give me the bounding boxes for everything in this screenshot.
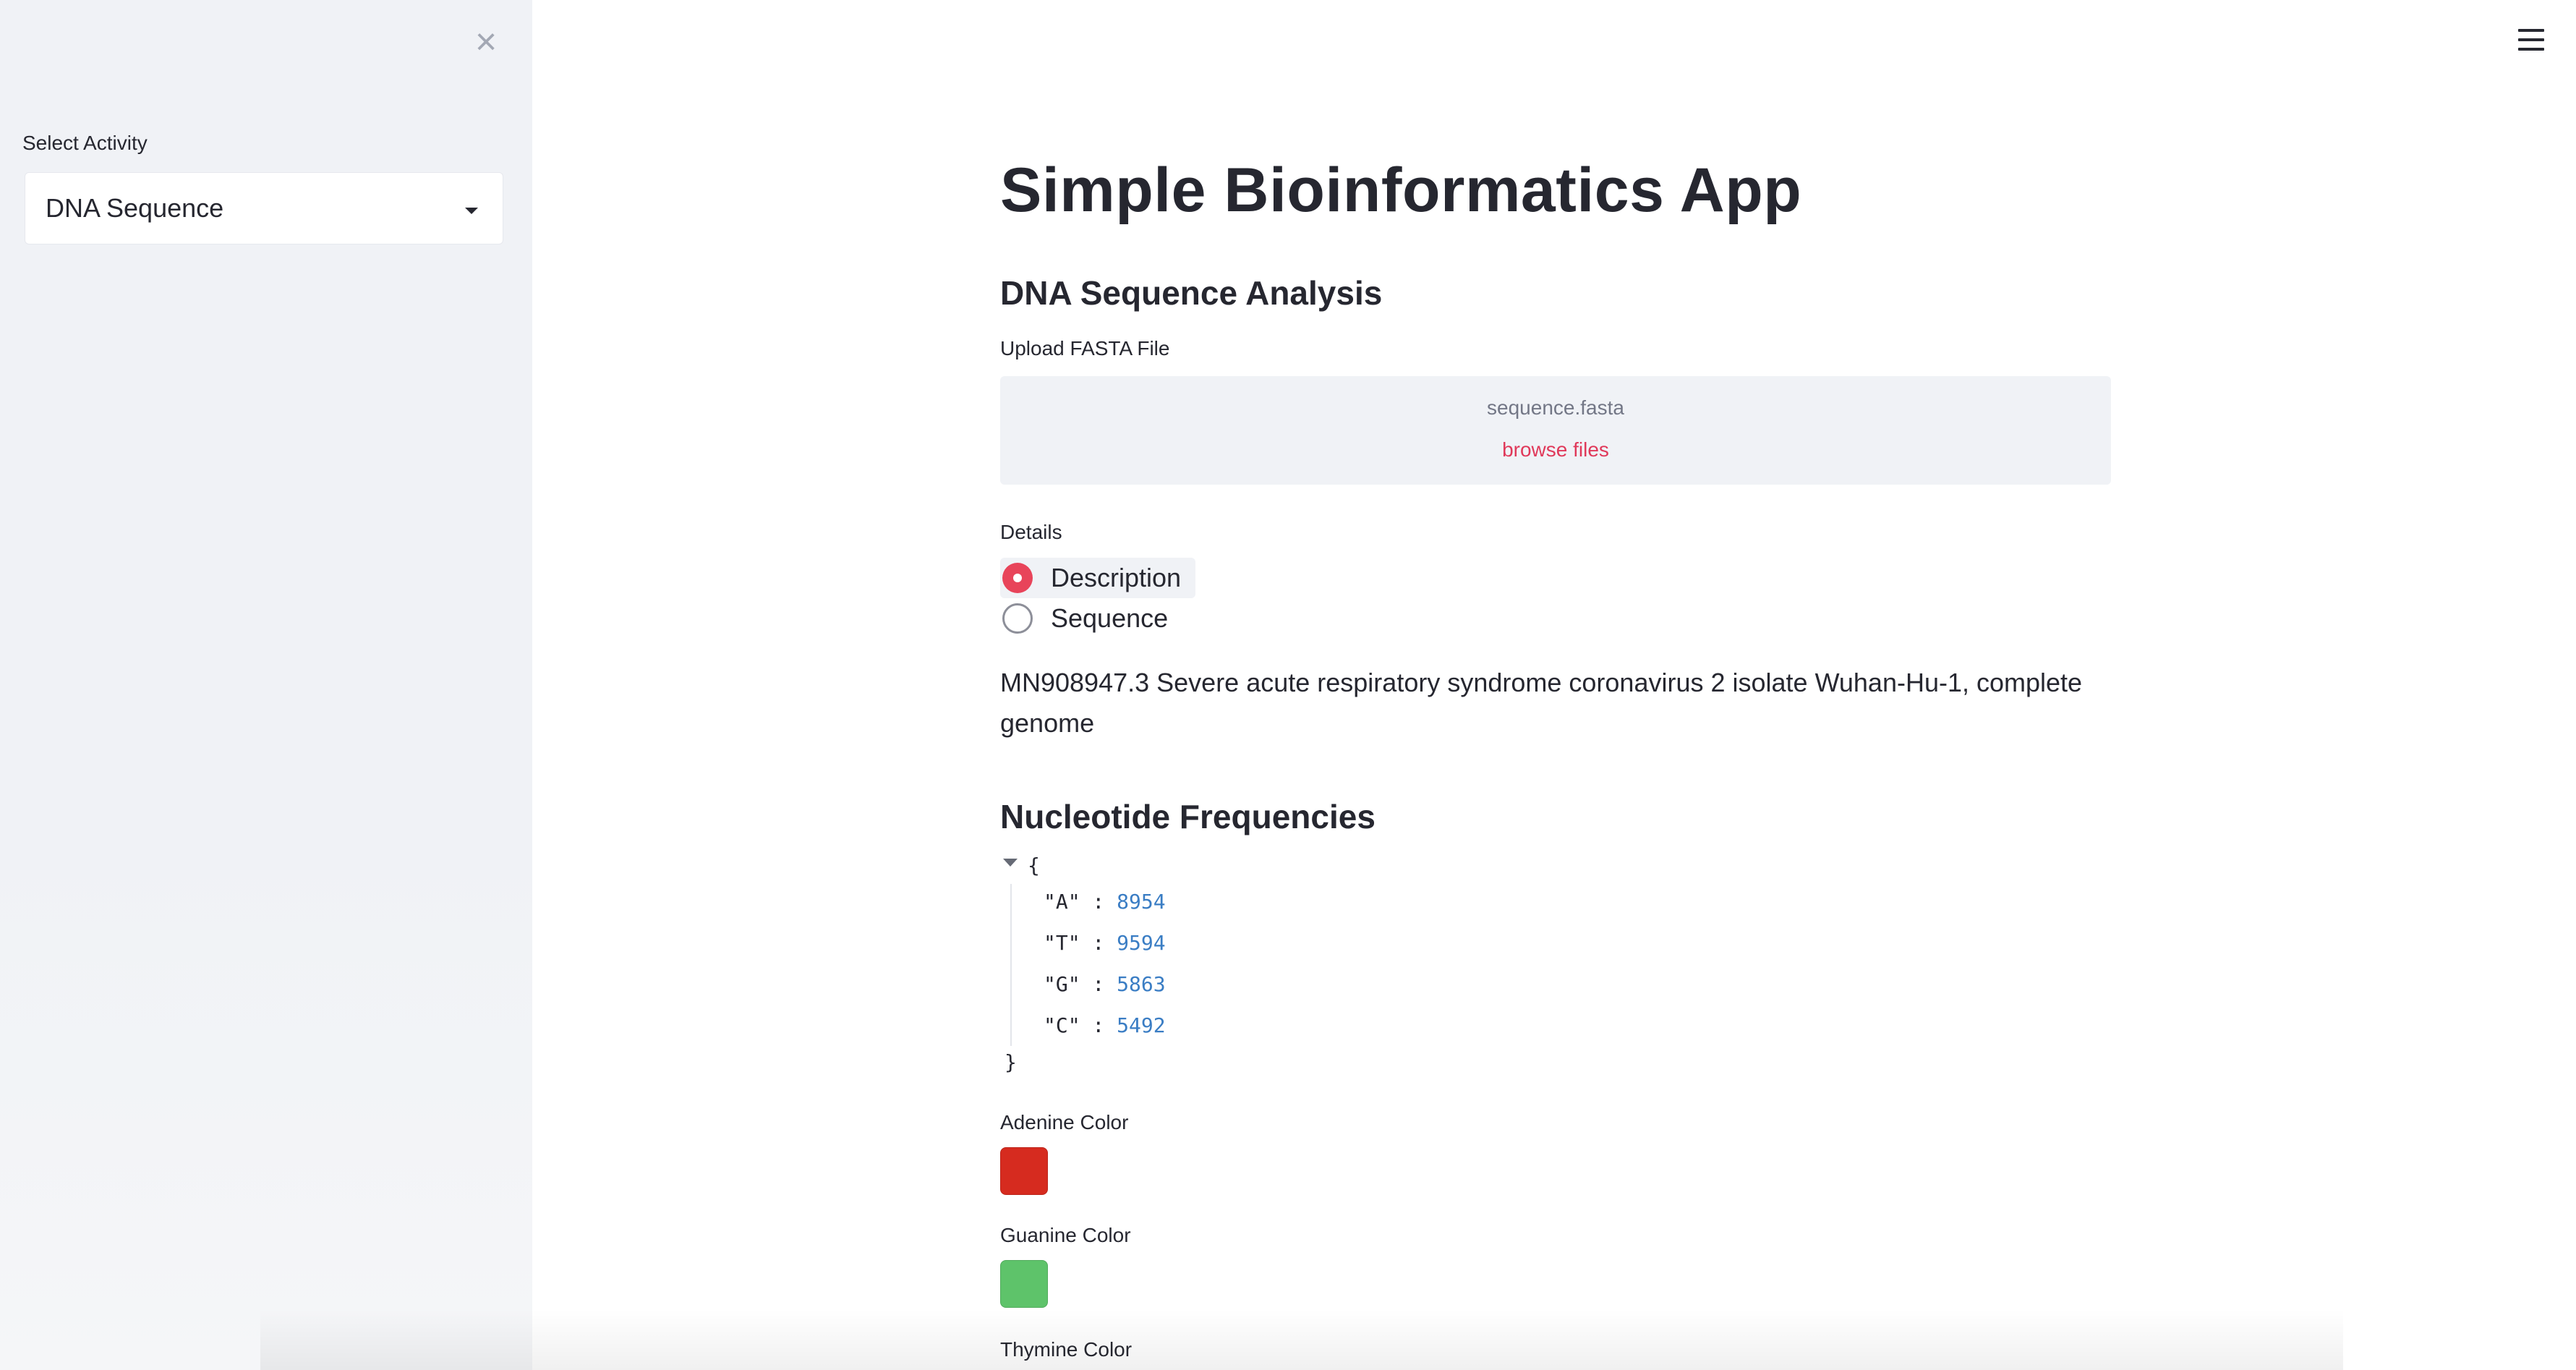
select-activity-label: Select Activity <box>22 132 148 154</box>
json-separator: : <box>1080 931 1117 955</box>
json-viewer: { "A" : 8954 "T" : 9594 "G" : 5863 "C" :… <box>1000 854 1434 1085</box>
radio-sequence[interactable]: Sequence <box>1000 598 1182 639</box>
collapse-triangle-icon[interactable] <box>1003 859 1018 867</box>
json-entry: "T" : 9594 <box>1044 931 1166 955</box>
hamburger-menu-icon[interactable] <box>2518 29 2544 51</box>
json-entry: "C" : 5492 <box>1044 1013 1166 1037</box>
json-indent-guide <box>1010 884 1012 1046</box>
json-key: "C" <box>1044 1013 1080 1037</box>
radio-description-label: Description <box>1051 563 1182 592</box>
frequencies-heading: Nucleotide Frequencies <box>1000 798 1376 835</box>
chevron-down-icon <box>465 208 478 214</box>
radio-description[interactable]: Description <box>1000 558 1196 598</box>
guanine-color-label: Guanine Color <box>1000 1224 1131 1246</box>
json-separator: : <box>1080 1013 1117 1037</box>
section-heading: DNA Sequence Analysis <box>1000 274 1383 312</box>
file-uploader-dropzone[interactable]: sequence.fasta browse files <box>1000 376 2111 485</box>
details-label: Details <box>1000 521 1062 543</box>
activity-select[interactable]: DNA Sequence <box>25 172 503 244</box>
page-title: Simple Bioinformatics App <box>1000 156 1802 225</box>
bottom-scroll-shadow <box>260 1309 2343 1370</box>
json-entry: "G" : 5863 <box>1044 972 1166 996</box>
json-separator: : <box>1080 890 1117 914</box>
upload-label: Upload FASTA File <box>1000 337 1170 359</box>
json-value: 5492 <box>1117 1013 1166 1037</box>
json-value: 5863 <box>1117 972 1166 996</box>
activity-select-value: DNA Sequence <box>46 193 224 223</box>
uploaded-file-name: sequence.fasta <box>1487 396 1624 419</box>
sequence-description: MN908947.3 Severe acute respiratory synd… <box>1000 668 2083 738</box>
sidebar: × Select Activity DNA Sequence <box>0 0 532 1370</box>
radio-unselected-icon <box>1002 603 1033 634</box>
close-icon[interactable]: × <box>469 23 503 61</box>
guanine-color-picker[interactable] <box>1000 1260 1048 1308</box>
json-entry: "A" : 8954 <box>1044 890 1166 914</box>
json-close-brace: } <box>1005 1050 1017 1074</box>
json-separator: : <box>1080 972 1117 996</box>
json-key: "T" <box>1044 931 1080 955</box>
json-open-brace: { <box>1028 854 1040 877</box>
radio-sequence-label: Sequence <box>1051 603 1169 633</box>
adenine-color-label: Adenine Color <box>1000 1111 1129 1133</box>
json-value: 9594 <box>1117 931 1166 955</box>
json-key: "G" <box>1044 972 1080 996</box>
browse-files-link[interactable]: browse files <box>1000 438 2111 461</box>
adenine-color-picker[interactable] <box>1000 1147 1048 1195</box>
thymine-color-label: Thymine Color <box>1000 1338 1133 1361</box>
json-value: 8954 <box>1117 890 1166 914</box>
radio-selected-icon <box>1002 563 1033 593</box>
json-key: "A" <box>1044 890 1080 914</box>
